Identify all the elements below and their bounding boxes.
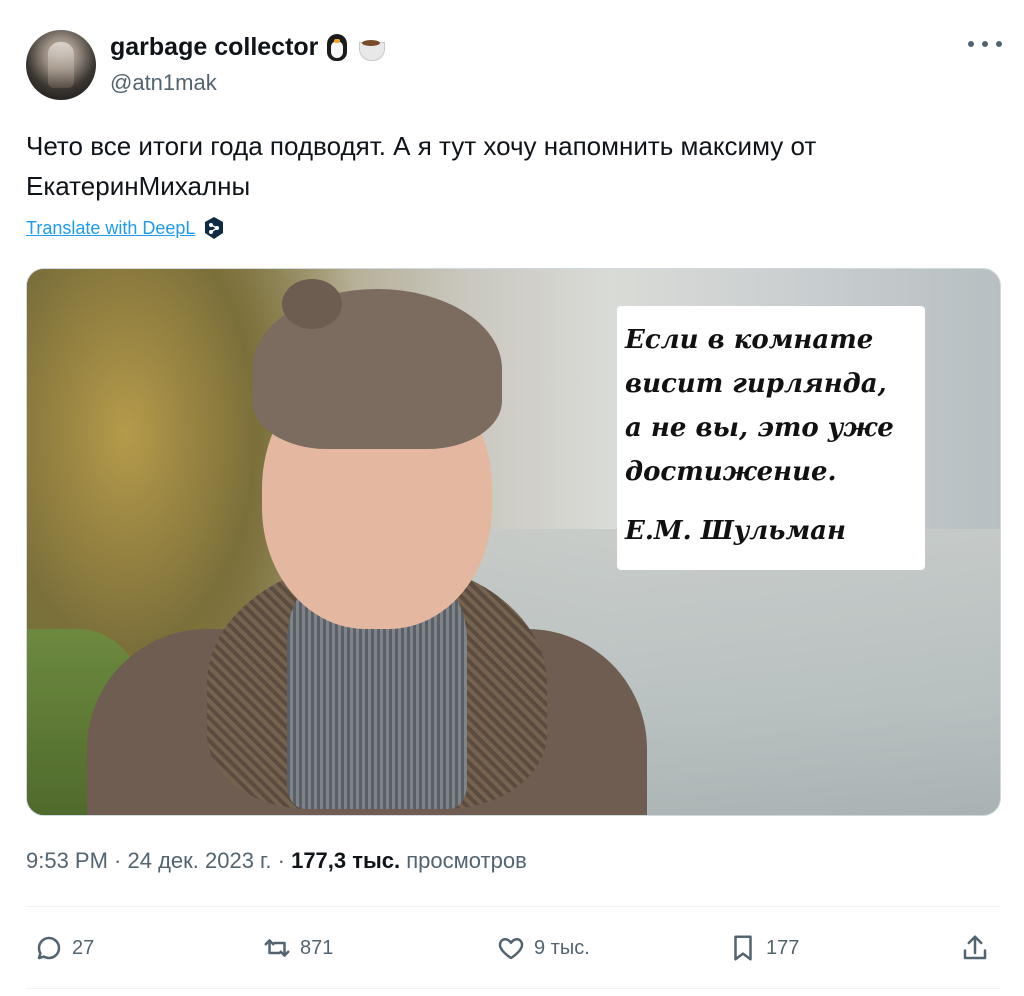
share-button[interactable]	[960, 928, 990, 968]
quote-text: Если в комнате висит гирлянда, а не вы, …	[625, 325, 894, 487]
author-handle[interactable]: @atn1mak	[110, 70, 217, 96]
penguin-emoji-icon	[322, 32, 352, 62]
author-display-name[interactable]: garbage collector	[110, 33, 318, 62]
like-icon	[498, 938, 524, 960]
coffee-cup-emoji-icon	[356, 32, 386, 62]
divider	[26, 906, 1001, 907]
views-count: 177,3 тыс.	[291, 848, 401, 873]
reply-icon	[37, 936, 61, 960]
reply-count: 27	[72, 936, 95, 959]
tweet-meta: 9:53 PM · 24 дек. 2023 г. · 177,3 тыс. п…	[26, 848, 527, 874]
author-name-row[interactable]: garbage collector	[110, 32, 386, 62]
meta-separator: ·	[271, 848, 292, 873]
deepl-icon	[205, 217, 224, 239]
like-count: 9 тыс.	[534, 936, 590, 959]
bookmark-icon	[734, 935, 752, 961]
person-photo	[87, 269, 647, 815]
avatar[interactable]	[26, 30, 96, 100]
repost-icon	[264, 939, 290, 957]
translate-label[interactable]: Translate with DeepL	[26, 218, 195, 239]
divider	[26, 988, 1001, 989]
tweet-time[interactable]: 9:53 PM	[26, 848, 108, 873]
like-button[interactable]: 9 тыс.	[496, 928, 590, 968]
quote-author: Е.М. Шульман	[625, 516, 846, 546]
tweet-text: Чето все итоги года подводят. А я тут хо…	[26, 131, 817, 201]
reply-button[interactable]: 27	[34, 928, 94, 968]
share-icon	[963, 935, 987, 960]
bookmark-count: 177	[766, 936, 800, 959]
bookmark-button[interactable]: 177	[728, 928, 799, 968]
views-label: просмотров	[400, 848, 527, 873]
repost-button[interactable]: 871	[262, 928, 333, 968]
translate-link[interactable]: Translate with DeepL	[26, 216, 225, 240]
meta-separator: ·	[107, 848, 128, 873]
action-bar: 27 871 9 тыс. 177	[26, 928, 1001, 968]
tweet-image[interactable]: Если в комнате висит гирлянда, а не вы, …	[26, 268, 1001, 816]
repost-count: 871	[300, 936, 334, 959]
more-icon[interactable]	[968, 34, 1002, 54]
tweet-date[interactable]: 24 дек. 2023 г.	[128, 848, 272, 873]
quote-card: Если в комнате висит гирлянда, а не вы, …	[617, 306, 925, 570]
